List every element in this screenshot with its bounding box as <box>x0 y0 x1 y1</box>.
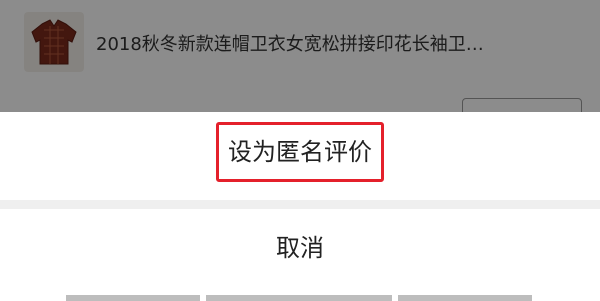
background-strip <box>66 295 200 301</box>
highlight-box: 设为匿名评价 <box>216 122 384 182</box>
screen: 2018秋冬新款连帽卫衣女宽松拼接印花长袖卫… 设为匿名评价 取消 <box>0 0 600 301</box>
set-anonymous-review-label: 设为匿名评价 <box>228 138 372 166</box>
action-sheet: 设为匿名评价 取消 <box>0 112 600 301</box>
set-anonymous-review-option[interactable]: 设为匿名评价 <box>0 112 600 200</box>
background-strip <box>206 295 392 301</box>
cancel-button[interactable]: 取消 <box>0 209 600 301</box>
background-strip <box>398 295 532 301</box>
cancel-label: 取消 <box>276 234 324 262</box>
